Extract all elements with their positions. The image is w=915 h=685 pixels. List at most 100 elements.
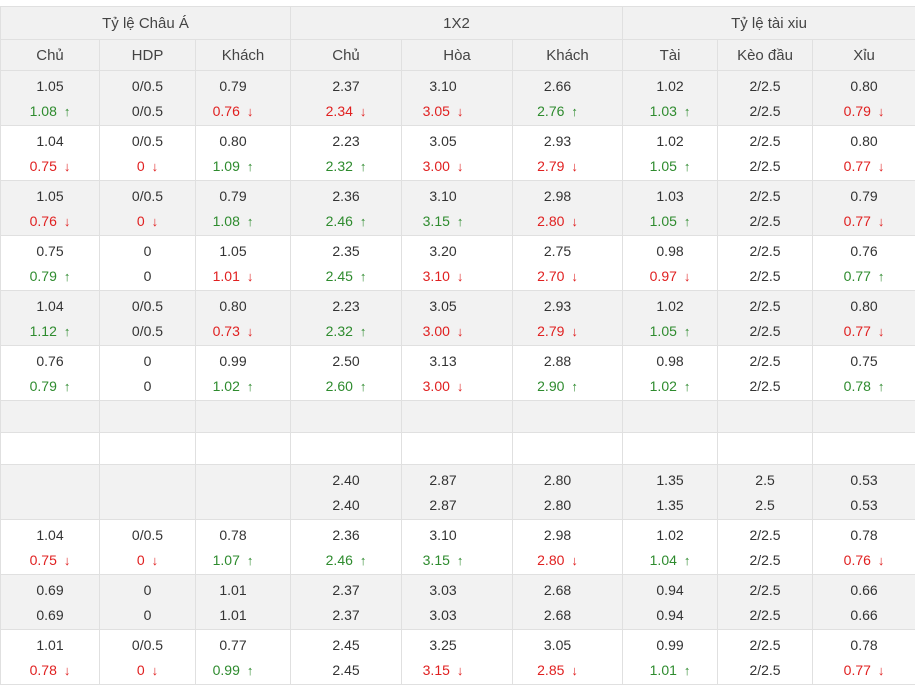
odds-value-text: 1.04 [650, 552, 677, 568]
odds-value-text: 1.09 [213, 158, 240, 174]
odds-value: 3.03 [429, 582, 456, 598]
arrow-down-icon: ↓ [878, 104, 885, 119]
cell-open-1x2-draw: 3.10 [402, 181, 513, 209]
odds-value: 2.37 [332, 78, 359, 94]
empty-cell [291, 433, 402, 465]
arrow-down-icon: ↓ [152, 159, 159, 174]
cell-open-line: 2/2.5 [718, 575, 813, 603]
col-header-asia-home: Chủ [1, 40, 100, 71]
empty-cell [513, 433, 623, 465]
cell-current-asia-away: 0.73↓ [196, 318, 291, 346]
arrow-down-icon: ↓ [457, 379, 464, 394]
odds-value: 1.05 [36, 78, 63, 94]
cell-open-asia-away: 0.77 [196, 630, 291, 658]
odds-row-current: 1.08↑0/0.50.76↓2.34↓3.05↓2.76↑1.03↑2/2.5… [1, 98, 915, 126]
arrow-down-icon: ↓ [684, 269, 691, 284]
odds-value: 0.53 [850, 497, 877, 513]
arrow-down-icon: ↓ [571, 324, 578, 339]
odds-value-text: 0.53 [850, 497, 877, 513]
odds-value: 0/0.5 [132, 323, 163, 339]
odds-value: 2.37 [332, 607, 359, 623]
odds-value: 0.77 [219, 637, 246, 653]
cell-current-1x2-away: 2.80↓ [513, 547, 623, 575]
empty-cell [623, 433, 718, 465]
odds-value: 2.5 [755, 497, 774, 513]
odds-value: 3.05 [429, 298, 456, 314]
odds-value: 0.77↓ [844, 158, 885, 174]
cell-current-1x2-home: 2.32↑ [291, 318, 402, 346]
odds-value: 1.08↑ [30, 103, 71, 119]
odds-value: 0.69 [36, 607, 63, 623]
arrow-up-icon: ↑ [247, 379, 254, 394]
arrow-up-icon: ↑ [247, 159, 254, 174]
cell-open-asia-hdp: 0/0.5 [100, 71, 196, 99]
odds-value-text: 0 [137, 552, 145, 568]
odds-value: 1.04 [36, 527, 63, 543]
odds-value: 0.78↑ [844, 378, 885, 394]
cell-open-asia-home [1, 465, 100, 493]
group-header-taixiu: Tỷ lệ tài xiu [623, 7, 915, 40]
odds-row-open: 1.050/0.50.792.363.102.981.032/2.50.79 [1, 181, 915, 209]
odds-value: 3.05 [429, 133, 456, 149]
cell-open-asia-away: 0.79 [196, 71, 291, 99]
cell-open-1x2-draw: 3.13 [402, 346, 513, 374]
odds-value: 2/2.5 [749, 78, 780, 94]
cell-open-asia-hdp: 0/0.5 [100, 291, 196, 319]
cell-open-under: 0.75 [813, 346, 915, 374]
header-column-row: Chủ HDP Khách Chủ Hòa Khách Tài Kèo đầu … [1, 40, 915, 71]
odds-value: 2/2.5 [749, 637, 780, 653]
odds-value: 0 [144, 243, 152, 259]
odds-value: 1.01 [219, 607, 246, 623]
cell-open-asia-hdp: 0/0.5 [100, 181, 196, 209]
odds-value: 2.46↑ [326, 213, 367, 229]
odds-row-open: 1.040/0.50.782.363.102.981.022/2.50.78 [1, 520, 915, 548]
cell-current-1x2-away: 2.76↑ [513, 98, 623, 126]
odds-value: 2/2.5 [749, 582, 780, 598]
cell-open-under: 0.80 [813, 71, 915, 99]
odds-value-text: 3.15 [423, 213, 450, 229]
cell-current-asia-home: 0.76↓ [1, 208, 100, 236]
odds-value: 1.03↑ [650, 103, 691, 119]
cell-current-1x2-away: 2.80 [513, 492, 623, 520]
cell-current-over: 0.97↓ [623, 263, 718, 291]
odds-value: 0/0.5 [132, 188, 163, 204]
cell-open-1x2-away: 2.75 [513, 236, 623, 264]
odds-value: 2/2.5 [749, 268, 780, 284]
cell-current-line: 2/2.5 [718, 657, 813, 685]
cell-open-asia-home: 0.76 [1, 346, 100, 374]
arrow-down-icon: ↓ [247, 269, 254, 284]
arrow-down-icon: ↓ [152, 663, 159, 678]
odds-value-text: 3.10 [423, 268, 450, 284]
empty-cell [1, 401, 100, 433]
odds-value-text: 2/2.5 [749, 323, 780, 339]
cell-open-1x2-home: 2.36 [291, 181, 402, 209]
cell-current-asia-hdp: 0 [100, 602, 196, 630]
odds-value: 0↓ [137, 158, 158, 174]
cell-current-over: 1.04↑ [623, 547, 718, 575]
odds-value-text: 1.01 [650, 662, 677, 678]
odds-value-text: 2/2.5 [749, 103, 780, 119]
odds-row-open: 0.6901.012.373.032.680.942/2.50.66 [1, 575, 915, 603]
empty-cell [291, 401, 402, 433]
odds-value-text: 1.02 [650, 378, 677, 394]
cell-current-asia-home [1, 492, 100, 520]
odds-value: 1.04 [36, 298, 63, 314]
empty-cell [196, 401, 291, 433]
odds-value: 2.80↓ [537, 213, 578, 229]
arrow-up-icon: ↑ [247, 663, 254, 678]
arrow-down-icon: ↓ [64, 159, 71, 174]
empty-cell [623, 401, 718, 433]
cell-open-asia-hdp: 0 [100, 575, 196, 603]
odds-value: 0 [144, 378, 152, 394]
odds-value: 0.78 [850, 637, 877, 653]
cell-current-under: 0.77↑ [813, 263, 915, 291]
odds-value-text: 0.79 [30, 378, 57, 394]
cell-open-1x2-home: 2.40 [291, 465, 402, 493]
cell-current-under: 0.77↓ [813, 153, 915, 181]
cell-current-under: 0.76↓ [813, 547, 915, 575]
odds-row-current: 0.76↓0↓1.08↑2.46↑3.15↑2.80↓1.05↑2/2.50.7… [1, 208, 915, 236]
odds-value-text: 0 [137, 158, 145, 174]
cell-current-over: 1.05↑ [623, 318, 718, 346]
odds-value: 0.69 [36, 582, 63, 598]
cell-current-asia-hdp: 0↓ [100, 657, 196, 685]
